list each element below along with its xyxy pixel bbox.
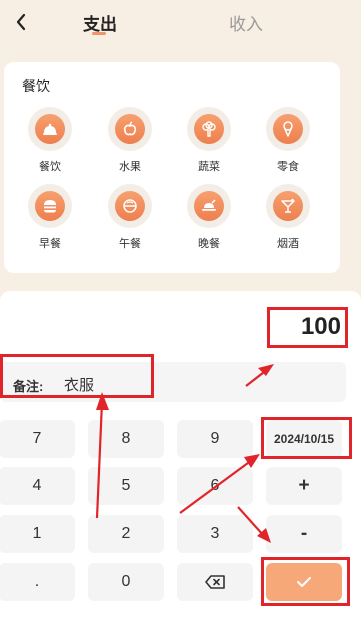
annotation-arrows [95,364,274,543]
